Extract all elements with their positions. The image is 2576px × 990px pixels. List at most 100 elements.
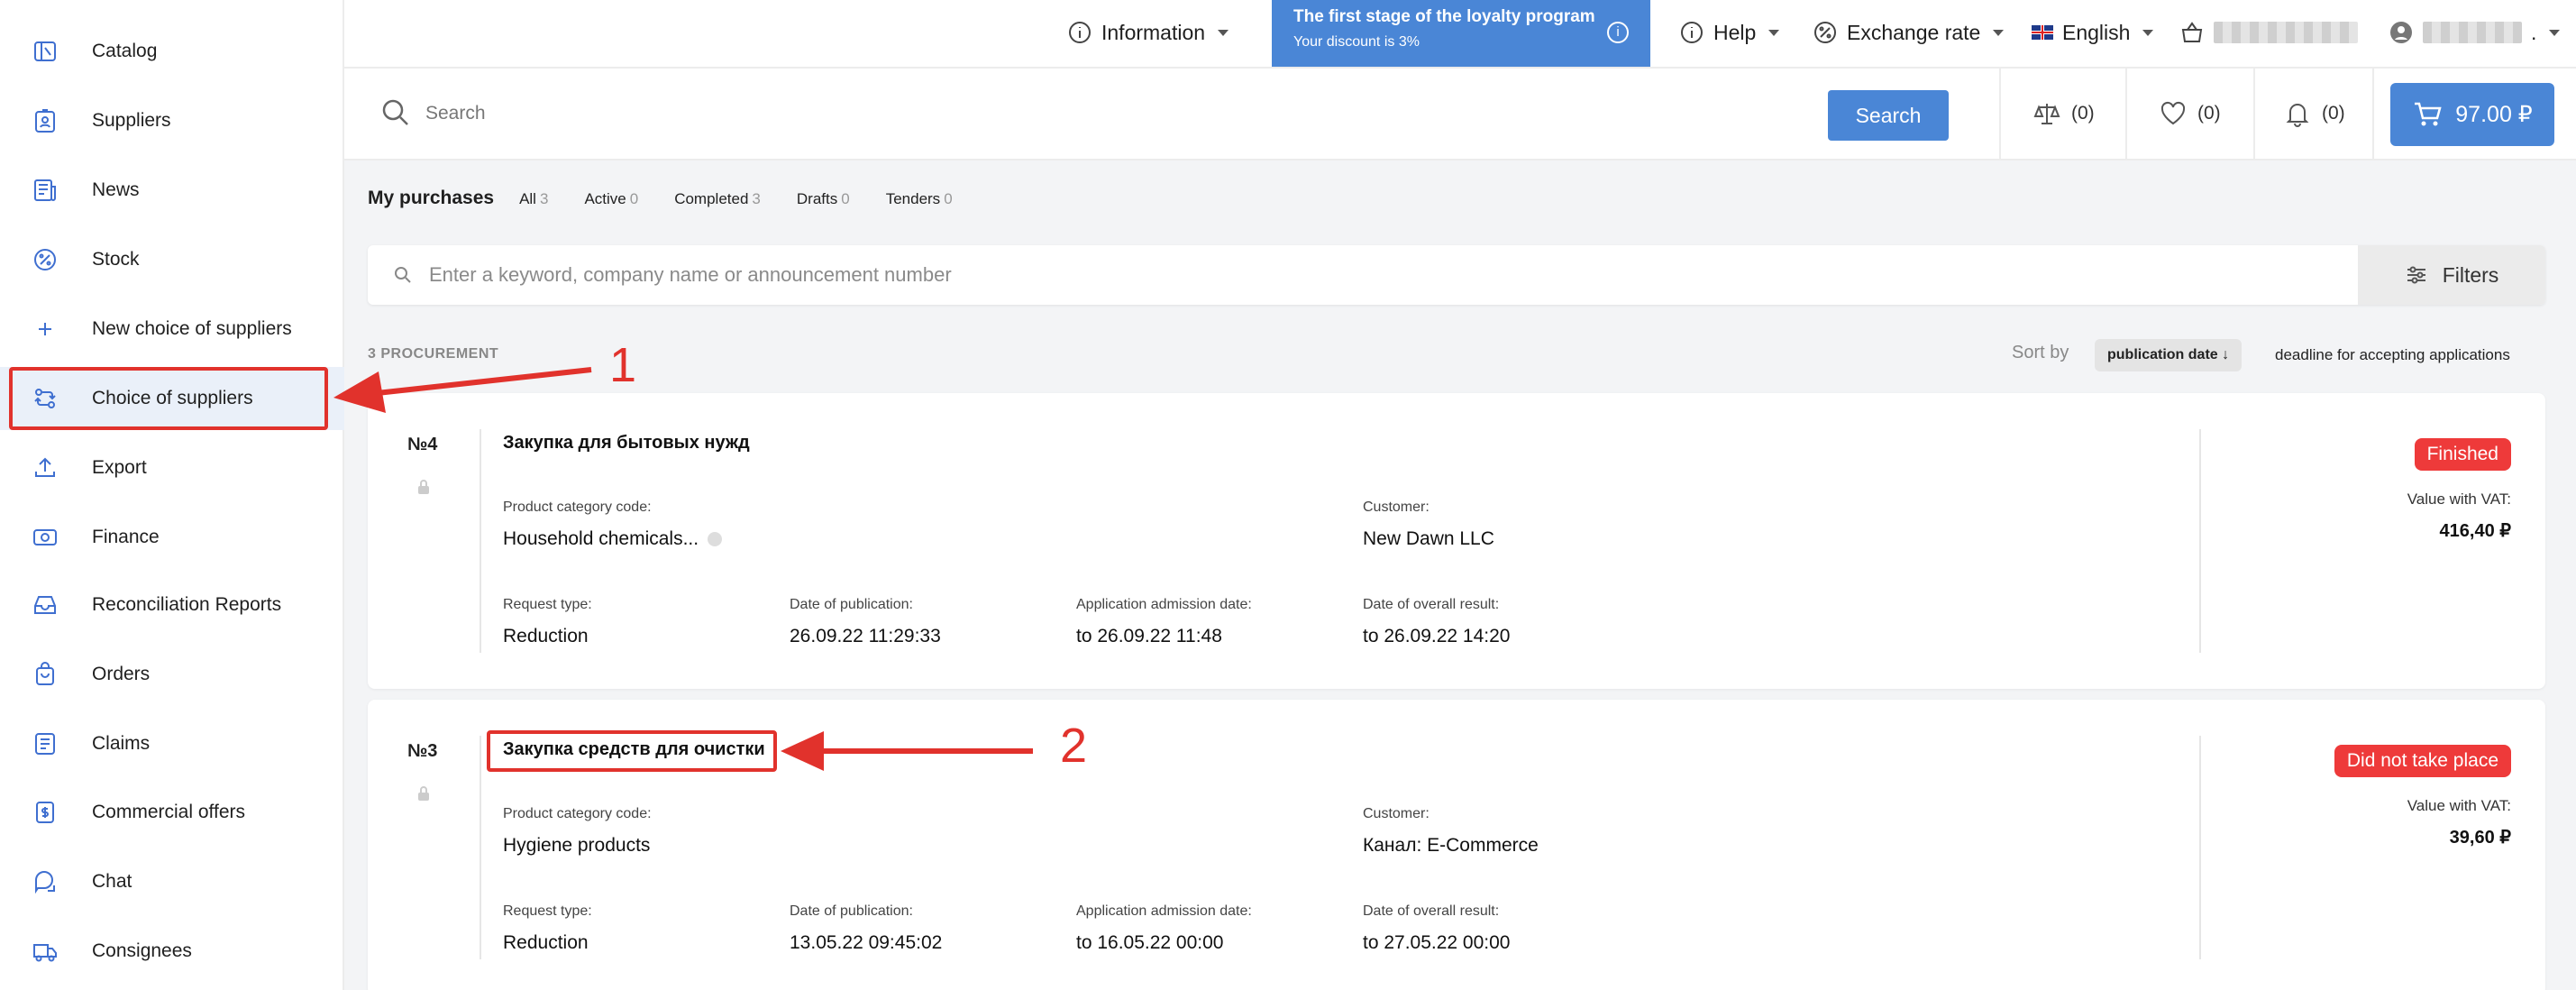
sidebar-item-label: Orders xyxy=(92,664,151,684)
request-type-value: Reduction xyxy=(503,932,589,953)
loyalty-title: The first stage of the loyalty program xyxy=(1293,7,1595,26)
publication-label: Date of publication: xyxy=(790,597,913,612)
result-label: Date of overall result: xyxy=(1363,597,1500,612)
sidebar-item-finance[interactable]: Finance xyxy=(0,506,344,569)
scales-icon xyxy=(2033,104,2060,124)
sidebar-item-new-choice-of-suppliers[interactable]: New choice of suppliers xyxy=(0,298,344,361)
sidebar-item-label: Claims xyxy=(92,733,151,754)
category-label: Product category code: xyxy=(503,806,652,821)
search-input[interactable] xyxy=(425,92,1237,135)
category-value: Hygiene products xyxy=(503,835,651,856)
customer-value: New Dawn LLC xyxy=(1363,528,1494,549)
filters-button[interactable]: Filters xyxy=(2358,245,2545,305)
sort-publication-date[interactable]: publication date ↓ xyxy=(2095,339,2243,371)
divider xyxy=(2253,69,2255,159)
request-type-value: Reduction xyxy=(503,626,589,646)
loyalty-banner[interactable]: The first stage of the loyalty program Y… xyxy=(1272,0,1650,67)
sidebar-item-consignees[interactable]: Consignees xyxy=(0,920,344,983)
notifications-button[interactable]: (0) xyxy=(2282,69,2345,159)
procurement-title[interactable]: Закупка для бытовых нужд xyxy=(503,433,750,454)
sidebar-item-label: New choice of suppliers xyxy=(92,318,292,339)
help-menu[interactable]: Help xyxy=(1679,0,1780,65)
chevron-down-icon xyxy=(2142,29,2154,36)
information-menu[interactable]: Information xyxy=(1067,0,1229,65)
admission-label: Application admission date: xyxy=(1076,597,1252,612)
sidebar-item-news[interactable]: News xyxy=(0,159,344,222)
publication-value: 13.05.22 09:45:02 xyxy=(790,932,943,953)
vat-label: Value with VAT: xyxy=(2407,490,2511,508)
vat-label: Value with VAT: xyxy=(2407,797,2511,814)
sidebar: Catalog Suppliers News Stock New choice … xyxy=(0,0,344,990)
vat-value: 39,60 ₽ xyxy=(2449,828,2511,848)
sort-deadline[interactable]: deadline for accepting applications xyxy=(2275,346,2510,364)
user-menu[interactable]: . xyxy=(2389,0,2561,65)
procurement-number: №4 xyxy=(407,435,438,454)
tab-tenders[interactable]: Tenders 0 xyxy=(886,190,953,208)
result-value: to 27.05.22 00:00 xyxy=(1363,932,1511,953)
chevron-down-icon xyxy=(1768,29,1780,36)
tab-completed[interactable]: Completed 3 xyxy=(674,190,761,208)
divider xyxy=(2372,69,2374,159)
procurement-count: 3 PROCUREMENT xyxy=(368,346,499,362)
procurement-card[interactable]: №4 Закупка для бытовых нужд Product cate… xyxy=(368,393,2545,689)
search-bar: Search (0) (0) (0) 97.00 ₽ xyxy=(344,69,2576,160)
annotation-arrow-1 xyxy=(360,367,592,398)
purchases-tabs: My purchases All 3 Active 0 Completed 3 Dra… xyxy=(368,188,989,215)
basket-account[interactable] xyxy=(2179,0,2358,65)
tab-active[interactable]: Active 0 xyxy=(584,190,638,208)
favorites-button[interactable]: (0) xyxy=(2158,69,2221,159)
result-label: Date of overall result: xyxy=(1363,903,1500,919)
news-icon xyxy=(29,174,61,206)
annotation-number-2: 2 xyxy=(1060,719,1088,773)
bell-icon xyxy=(2286,104,2309,127)
cart-button[interactable]: 97.00 ₽ xyxy=(2390,83,2554,146)
percent-icon xyxy=(29,243,61,276)
procurement-number: №3 xyxy=(407,741,438,761)
divider xyxy=(2125,69,2127,159)
sidebar-item-label: Consignees xyxy=(92,940,192,961)
sidebar-item-export[interactable]: Export xyxy=(0,436,344,500)
sidebar-item-catalog[interactable]: Catalog xyxy=(0,20,344,83)
tab-drafts[interactable]: Drafts 0 xyxy=(797,190,850,208)
sidebar-item-orders[interactable]: Orders xyxy=(0,643,344,706)
divider xyxy=(2199,429,2201,653)
sidebar-item-choice-of-suppliers[interactable]: Choice of suppliers xyxy=(0,367,344,430)
request-type-label: Request type: xyxy=(503,597,592,612)
chevron-down-icon xyxy=(1218,29,1229,36)
chevron-down-icon xyxy=(2549,29,2561,36)
customer-value: Канал: E-Commerce xyxy=(1363,835,1539,856)
annotation-number-1: 1 xyxy=(609,338,637,392)
catalog-icon xyxy=(29,35,61,68)
admission-label: Application admission date: xyxy=(1076,903,1252,919)
sidebar-item-stock[interactable]: Stock xyxy=(0,228,344,291)
sliders-icon xyxy=(2407,266,2425,284)
sidebar-item-suppliers[interactable]: Suppliers xyxy=(0,89,344,152)
compare-button[interactable]: (0) xyxy=(2032,69,2095,159)
blurred-username xyxy=(2423,22,2522,43)
exchange-rate-menu[interactable]: Exchange rate xyxy=(1813,0,2005,65)
more-info-icon[interactable] xyxy=(708,532,723,547)
sidebar-item-claims[interactable]: Claims xyxy=(0,712,344,775)
vat-value: 416,40 ₽ xyxy=(2439,521,2511,541)
publication-label: Date of publication: xyxy=(790,903,913,919)
sidebar-item-commercial-offers[interactable]: Commercial offers xyxy=(0,781,344,844)
category-value: Household chemicals... xyxy=(503,528,723,550)
divider xyxy=(1999,69,2001,159)
percent-icon xyxy=(1814,22,1836,43)
plus-icon xyxy=(29,313,61,345)
sidebar-item-reconciliation-reports[interactable]: Reconciliation Reports xyxy=(0,573,344,637)
tab-all[interactable]: All 3 xyxy=(519,190,548,208)
sidebar-item-chat[interactable]: Chat xyxy=(0,850,344,913)
search-button[interactable]: Search xyxy=(1828,90,1949,141)
loyalty-discount: Your discount is 3% xyxy=(1293,34,1420,50)
language-menu[interactable]: English xyxy=(2032,0,2154,65)
info-icon xyxy=(1069,22,1091,43)
user-avatar-icon xyxy=(2390,22,2412,43)
lock-icon xyxy=(415,478,433,496)
status-badge: Finished xyxy=(2414,438,2511,471)
result-value: to 26.09.22 14:20 xyxy=(1363,626,1511,646)
info-icon[interactable]: i xyxy=(1607,22,1629,43)
basket-icon xyxy=(2181,22,2203,42)
sidebar-item-label: Reconciliation Reports xyxy=(92,594,282,615)
keyword-search-input[interactable] xyxy=(429,254,2142,296)
